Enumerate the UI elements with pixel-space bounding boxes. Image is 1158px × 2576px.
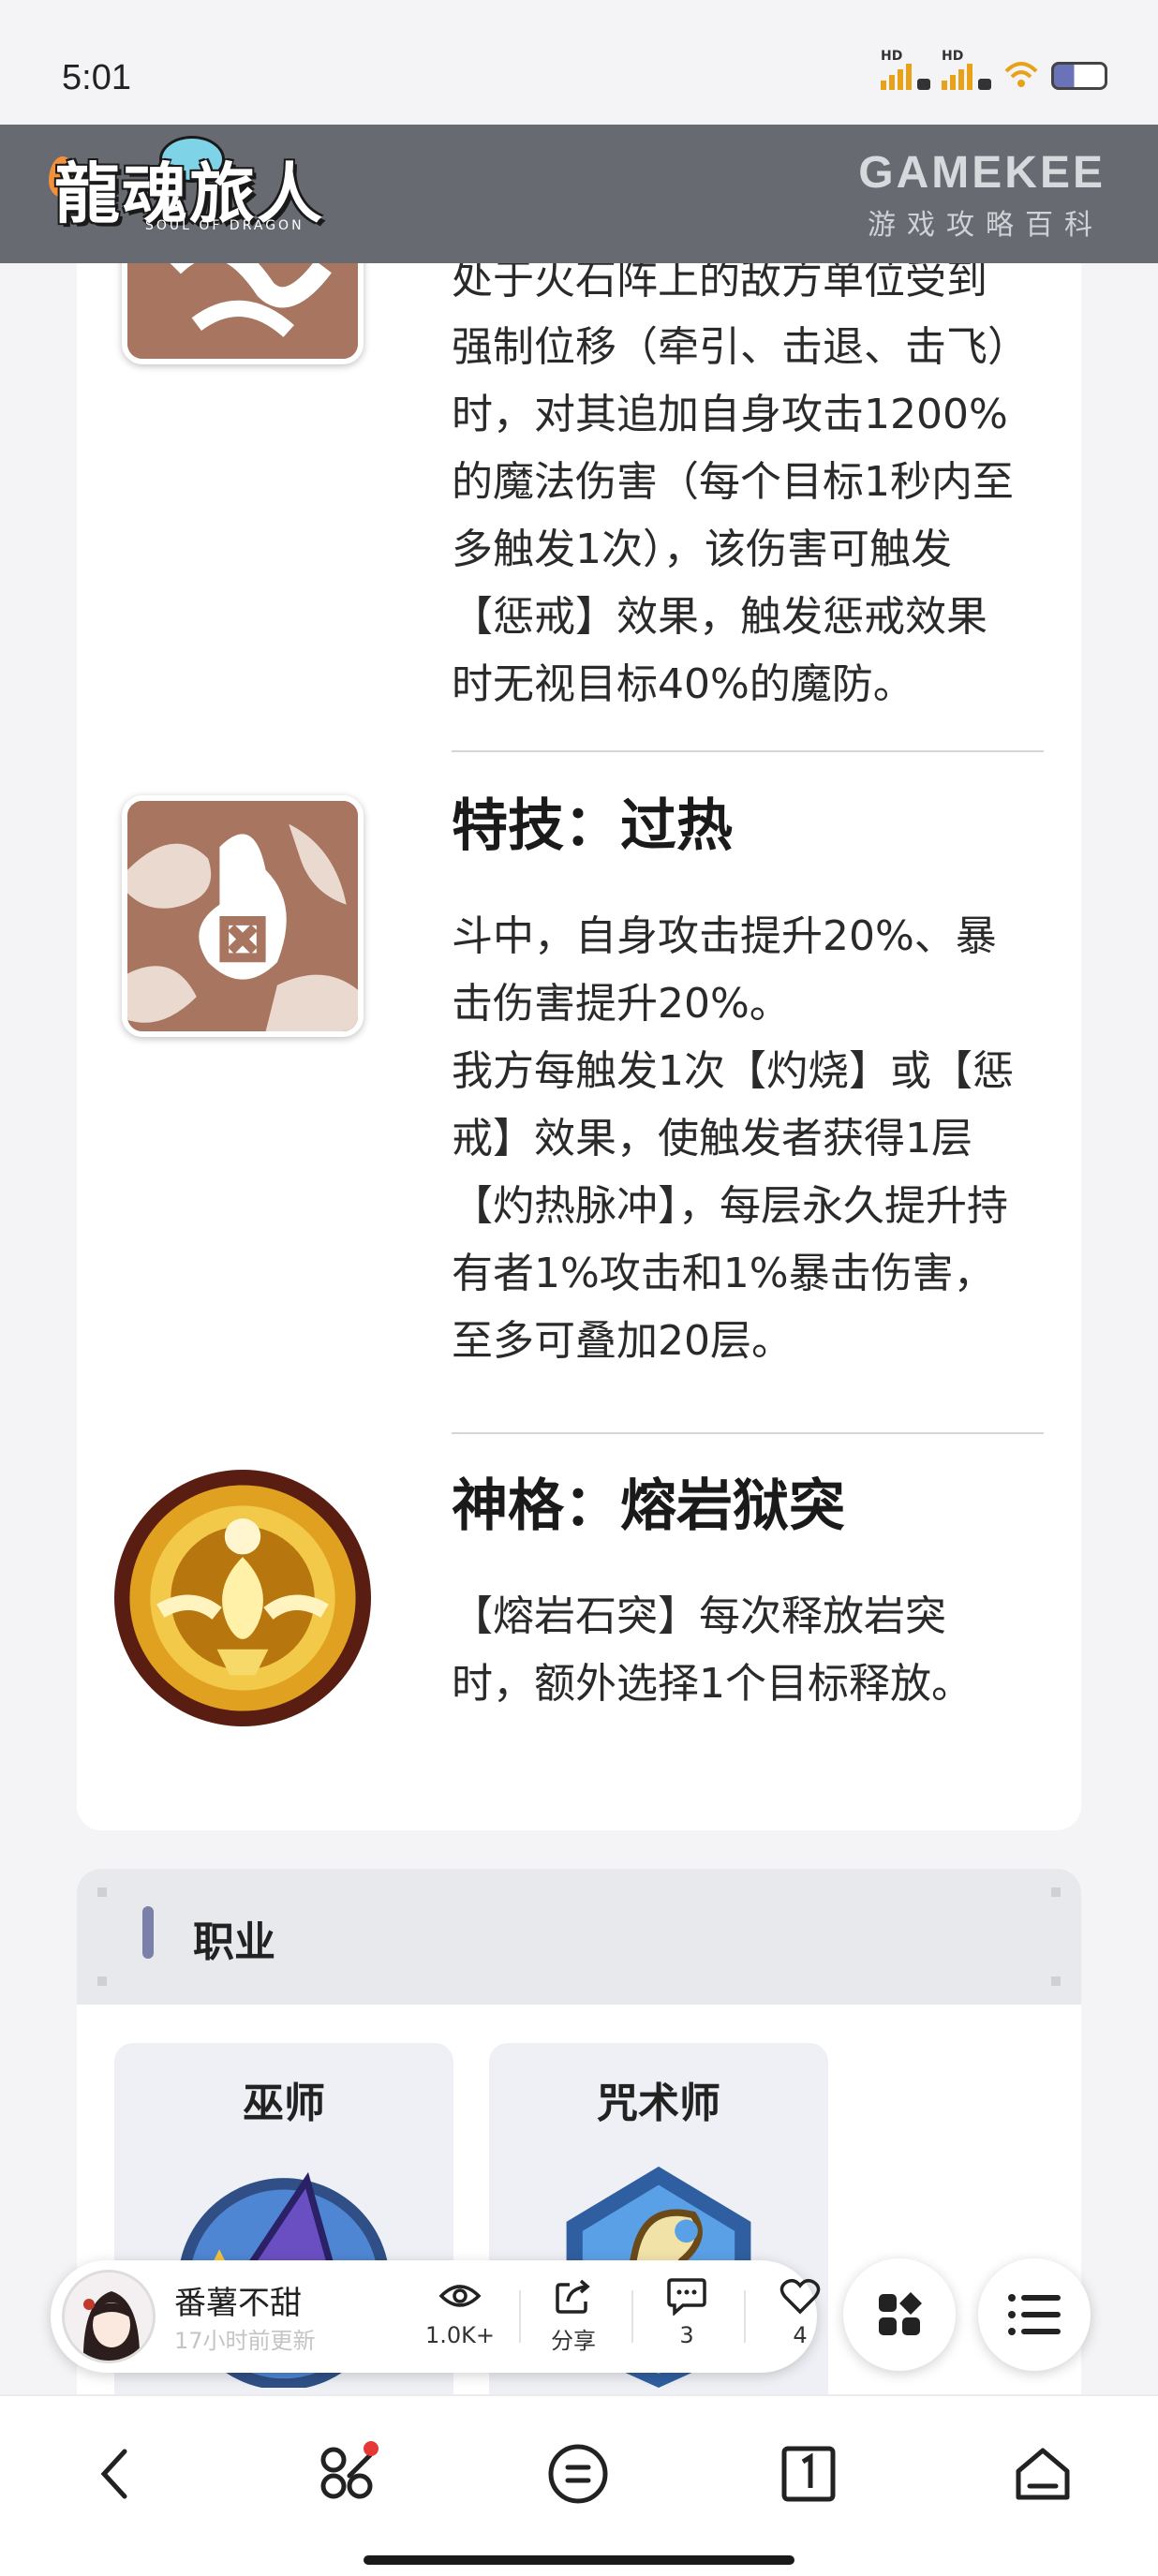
avatar[interactable]: [62, 2270, 156, 2363]
update-time: 17小时前更新: [174, 2328, 316, 2354]
tabs-icon: [781, 2446, 836, 2502]
menu-button[interactable]: [536, 2432, 620, 2516]
share-icon: [556, 2279, 590, 2314]
comment-icon: [667, 2278, 706, 2316]
skill-2-text: 特技：过热 斗中，自身攻击提升20%、暴 击伤害提升20%。 我方每触发1次【灼…: [452, 780, 1051, 1375]
heart-icon: [779, 2278, 821, 2315]
signal-icon: HD: [942, 49, 991, 90]
site-logo[interactable]: GAMEKEE: [858, 147, 1106, 199]
comments-button[interactable]: 3: [635, 2275, 738, 2348]
skill-title: 特技：过热: [452, 793, 733, 859]
skill-description: 处于火石阵上的敌方单位受到 强制位移（牵引、击退、击飞） 时，对其追加自身攻击1…: [452, 263, 1029, 708]
status-icons: HD HD: [881, 49, 1107, 90]
skill-description: 【熔岩石突】每次释放岩突 时，额外选择1个目标释放。: [452, 1592, 972, 1708]
share-button[interactable]: 分享: [522, 2275, 625, 2355]
home-button[interactable]: [1001, 2432, 1085, 2516]
discover-icon: [320, 2441, 379, 2499]
section-accent-bar: [142, 1906, 154, 1959]
tabs-button[interactable]: [766, 2432, 851, 2516]
views-stat: 1.0K+: [408, 2275, 512, 2348]
skill-1-text: 处于火石阵上的敌方单位受到 强制位移（牵引、击退、击飞） 时，对其追加自身攻击1…: [452, 263, 1051, 718]
skill-3-text: 神格：熔岩狱突 【熔岩石突】每次释放岩突 时，额外选择1个目标释放。: [452, 1460, 1051, 1718]
views-count: 1.0K+: [424, 2322, 495, 2348]
skill-description: 斗中，自身攻击提升20%、暴 击伤害提升20%。 我方每触发1次【灼烧】或【惩 …: [452, 912, 1014, 1365]
hd-label: HD: [881, 49, 903, 64]
author-name[interactable]: 番薯不甜: [174, 2277, 302, 2323]
site-tagline: 游戏攻略百科: [868, 209, 1104, 242]
bottom-nav: [0, 2394, 1158, 2576]
divinity-medal-icon[interactable]: [114, 1470, 371, 1726]
hd-label: HD: [942, 49, 964, 64]
author-bar: 番薯不甜 17小时前更新 1.0K+ 分享 3 4: [51, 2260, 821, 2373]
skill-overheat-icon[interactable]: [122, 795, 364, 1037]
skill-swirl-icon[interactable]: [122, 263, 364, 364]
signal-icon: HD: [881, 49, 930, 90]
game-logo-subtitle: SOUL OF DRAGON: [145, 218, 304, 233]
clock: 5:01: [62, 58, 131, 97]
status-bar: 5:01 HD HD: [0, 0, 1158, 125]
wifi-icon: [1004, 62, 1038, 87]
battery-icon: [1051, 62, 1107, 90]
section-header: 职业: [77, 1869, 1081, 2005]
discover-button[interactable]: [305, 2432, 390, 2516]
menu-icon: [548, 2444, 608, 2504]
job-name: 巫师: [243, 2080, 325, 2127]
like-button[interactable]: 4: [749, 2275, 852, 2348]
apps-button[interactable]: [843, 2258, 956, 2371]
divider: [452, 750, 1044, 752]
home-icon: [1016, 2448, 1070, 2500]
section-title: 职业: [193, 1918, 275, 1966]
likes-count: 4: [793, 2322, 808, 2348]
grid-icon: [879, 2292, 922, 2335]
back-button[interactable]: [73, 2432, 157, 2516]
skill-title: 神格：熔岩狱突: [452, 1473, 845, 1539]
chevron-left-icon: [100, 2449, 127, 2499]
home-indicator[interactable]: [364, 2555, 794, 2565]
site-banner: 龍魂旅人 SOUL OF DRAGON GAMEKEE 游戏攻略百科: [0, 125, 1158, 263]
list-icon: [1008, 2294, 1061, 2335]
eye-icon: [438, 2285, 482, 2307]
job-name: 咒术师: [597, 2080, 720, 2127]
comments-count: 3: [679, 2322, 694, 2348]
divider: [452, 1432, 1044, 1434]
toc-button[interactable]: [978, 2258, 1091, 2371]
share-label: 分享: [551, 2328, 596, 2354]
